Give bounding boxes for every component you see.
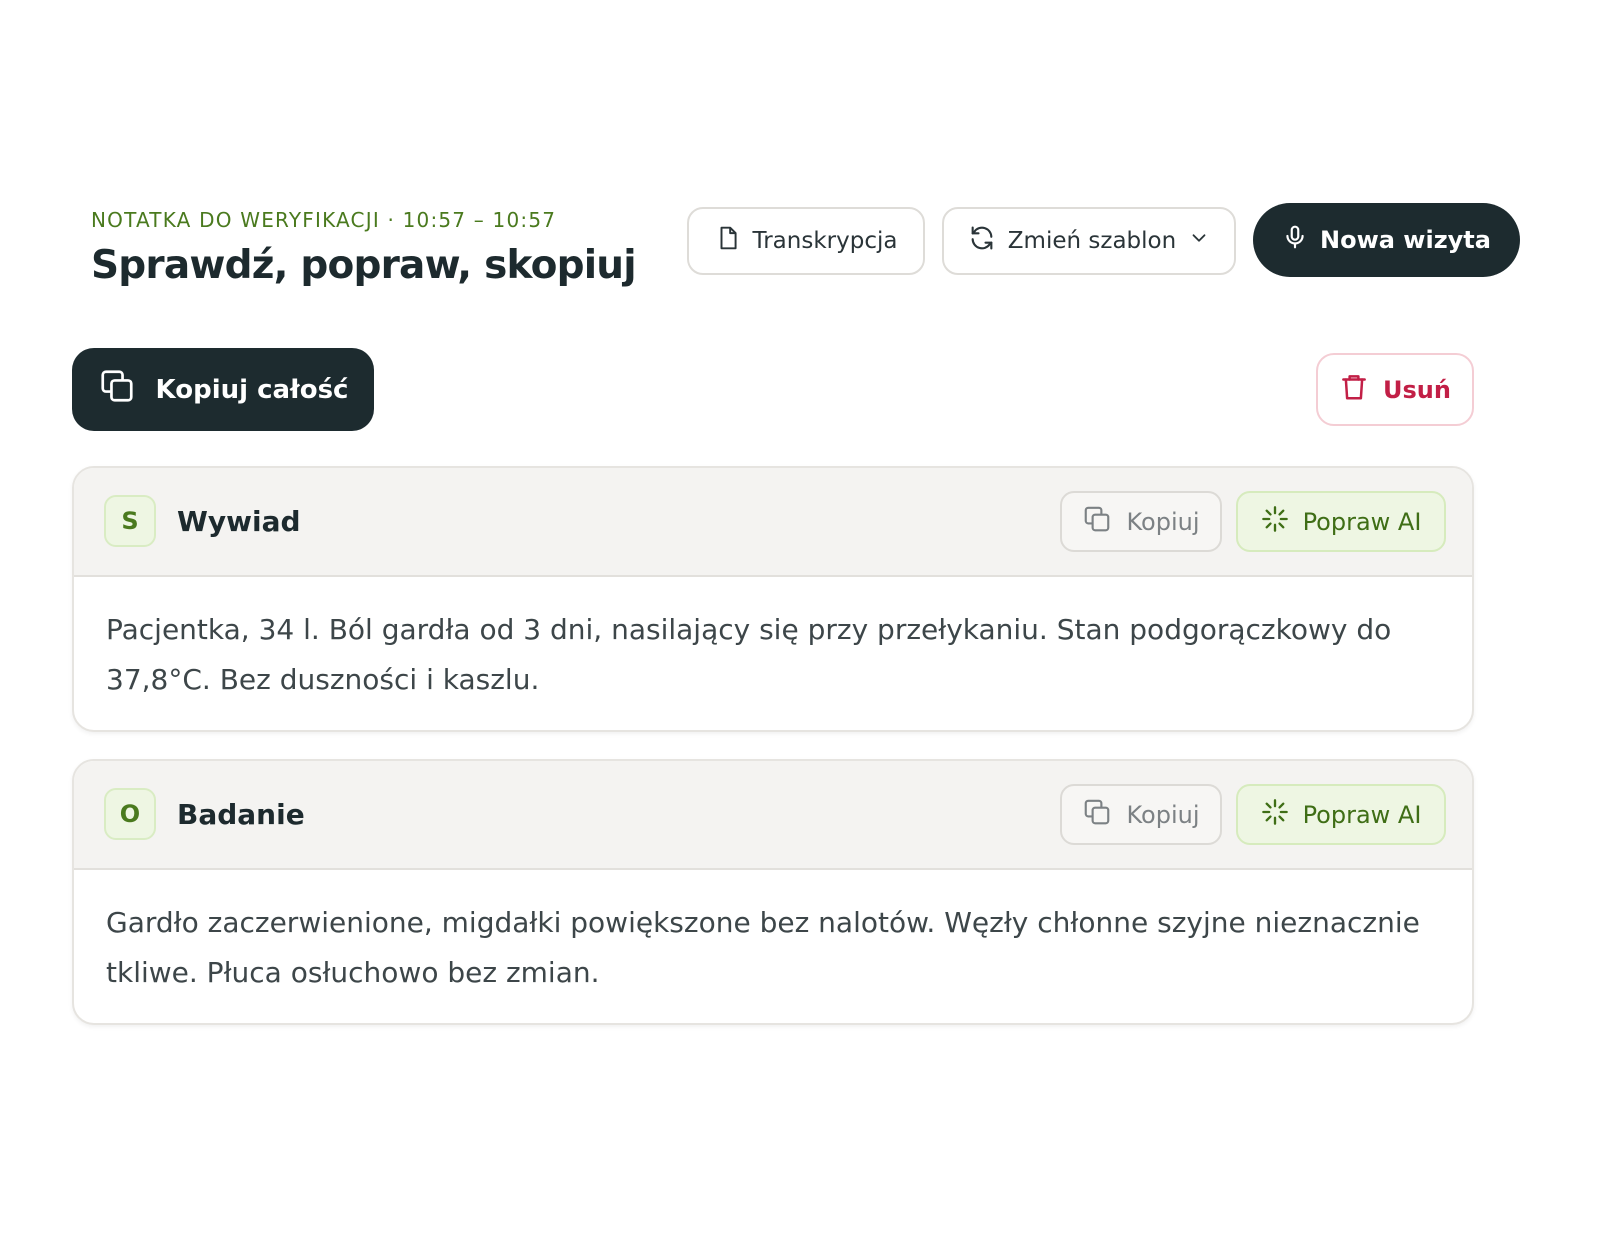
section-title: Wywiad xyxy=(177,505,301,538)
delete-button[interactable]: Usuń xyxy=(1316,353,1474,426)
section-copy-button[interactable]: Kopiuj xyxy=(1060,491,1222,552)
improve-ai-label: Popraw AI xyxy=(1302,800,1422,829)
change-template-label: Zmień szablon xyxy=(1007,228,1177,254)
chevron-down-icon xyxy=(1188,227,1210,255)
note-section-card: O Badanie Kopiuj Popraw AI Gardło zaczer… xyxy=(72,759,1474,1025)
section-copy-button[interactable]: Kopiuj xyxy=(1060,784,1222,845)
change-template-button[interactable]: Zmień szablon xyxy=(942,207,1236,275)
refresh-icon xyxy=(968,224,996,258)
copy-all-label: Kopiuj całość xyxy=(155,374,349,405)
delete-label: Usuń xyxy=(1383,375,1451,404)
section-header: O Badanie Kopiuj Popraw AI xyxy=(74,761,1472,870)
section-title: Badanie xyxy=(177,798,305,831)
microphone-icon xyxy=(1282,223,1308,257)
section-badge: S xyxy=(104,495,156,547)
copy-icon xyxy=(98,367,136,412)
improve-ai-button[interactable]: Popraw AI xyxy=(1236,491,1446,552)
section-copy-label: Kopiuj xyxy=(1126,800,1200,829)
sparkle-icon xyxy=(1261,798,1289,832)
new-visit-button[interactable]: Nowa wizyta xyxy=(1253,203,1520,277)
sparkle-icon xyxy=(1261,505,1289,539)
page-title: Sprawdź, popraw, skopiuj xyxy=(91,243,637,288)
section-badge: O xyxy=(104,788,156,840)
section-text[interactable]: Gardło zaczerwienione, migdałki powiększ… xyxy=(74,870,1472,998)
note-status-label: NOTATKA DO WERYFIKACJI · 10:57 – 10:57 xyxy=(91,208,557,232)
transcription-button-label: Transkrypcja xyxy=(752,228,898,254)
section-copy-label: Kopiuj xyxy=(1126,507,1200,536)
copy-icon xyxy=(1082,504,1112,540)
transcription-button[interactable]: Transkrypcja xyxy=(687,207,925,275)
page-header: NOTATKA DO WERYFIKACJI · 10:57 – 10:57 S… xyxy=(91,206,637,292)
note-section-card: S Wywiad Kopiuj Popraw AI Pacjentka, 34 … xyxy=(72,466,1474,732)
copy-icon xyxy=(1082,797,1112,833)
trash-icon xyxy=(1339,371,1369,409)
improve-ai-label: Popraw AI xyxy=(1302,507,1422,536)
section-header: S Wywiad Kopiuj Popraw AI xyxy=(74,468,1472,577)
copy-all-button[interactable]: Kopiuj całość xyxy=(72,348,374,431)
new-visit-label: Nowa wizyta xyxy=(1320,226,1491,254)
document-icon xyxy=(715,224,741,258)
improve-ai-button[interactable]: Popraw AI xyxy=(1236,784,1446,845)
section-text[interactable]: Pacjentka, 34 l. Ból gardła od 3 dni, na… xyxy=(74,577,1472,705)
